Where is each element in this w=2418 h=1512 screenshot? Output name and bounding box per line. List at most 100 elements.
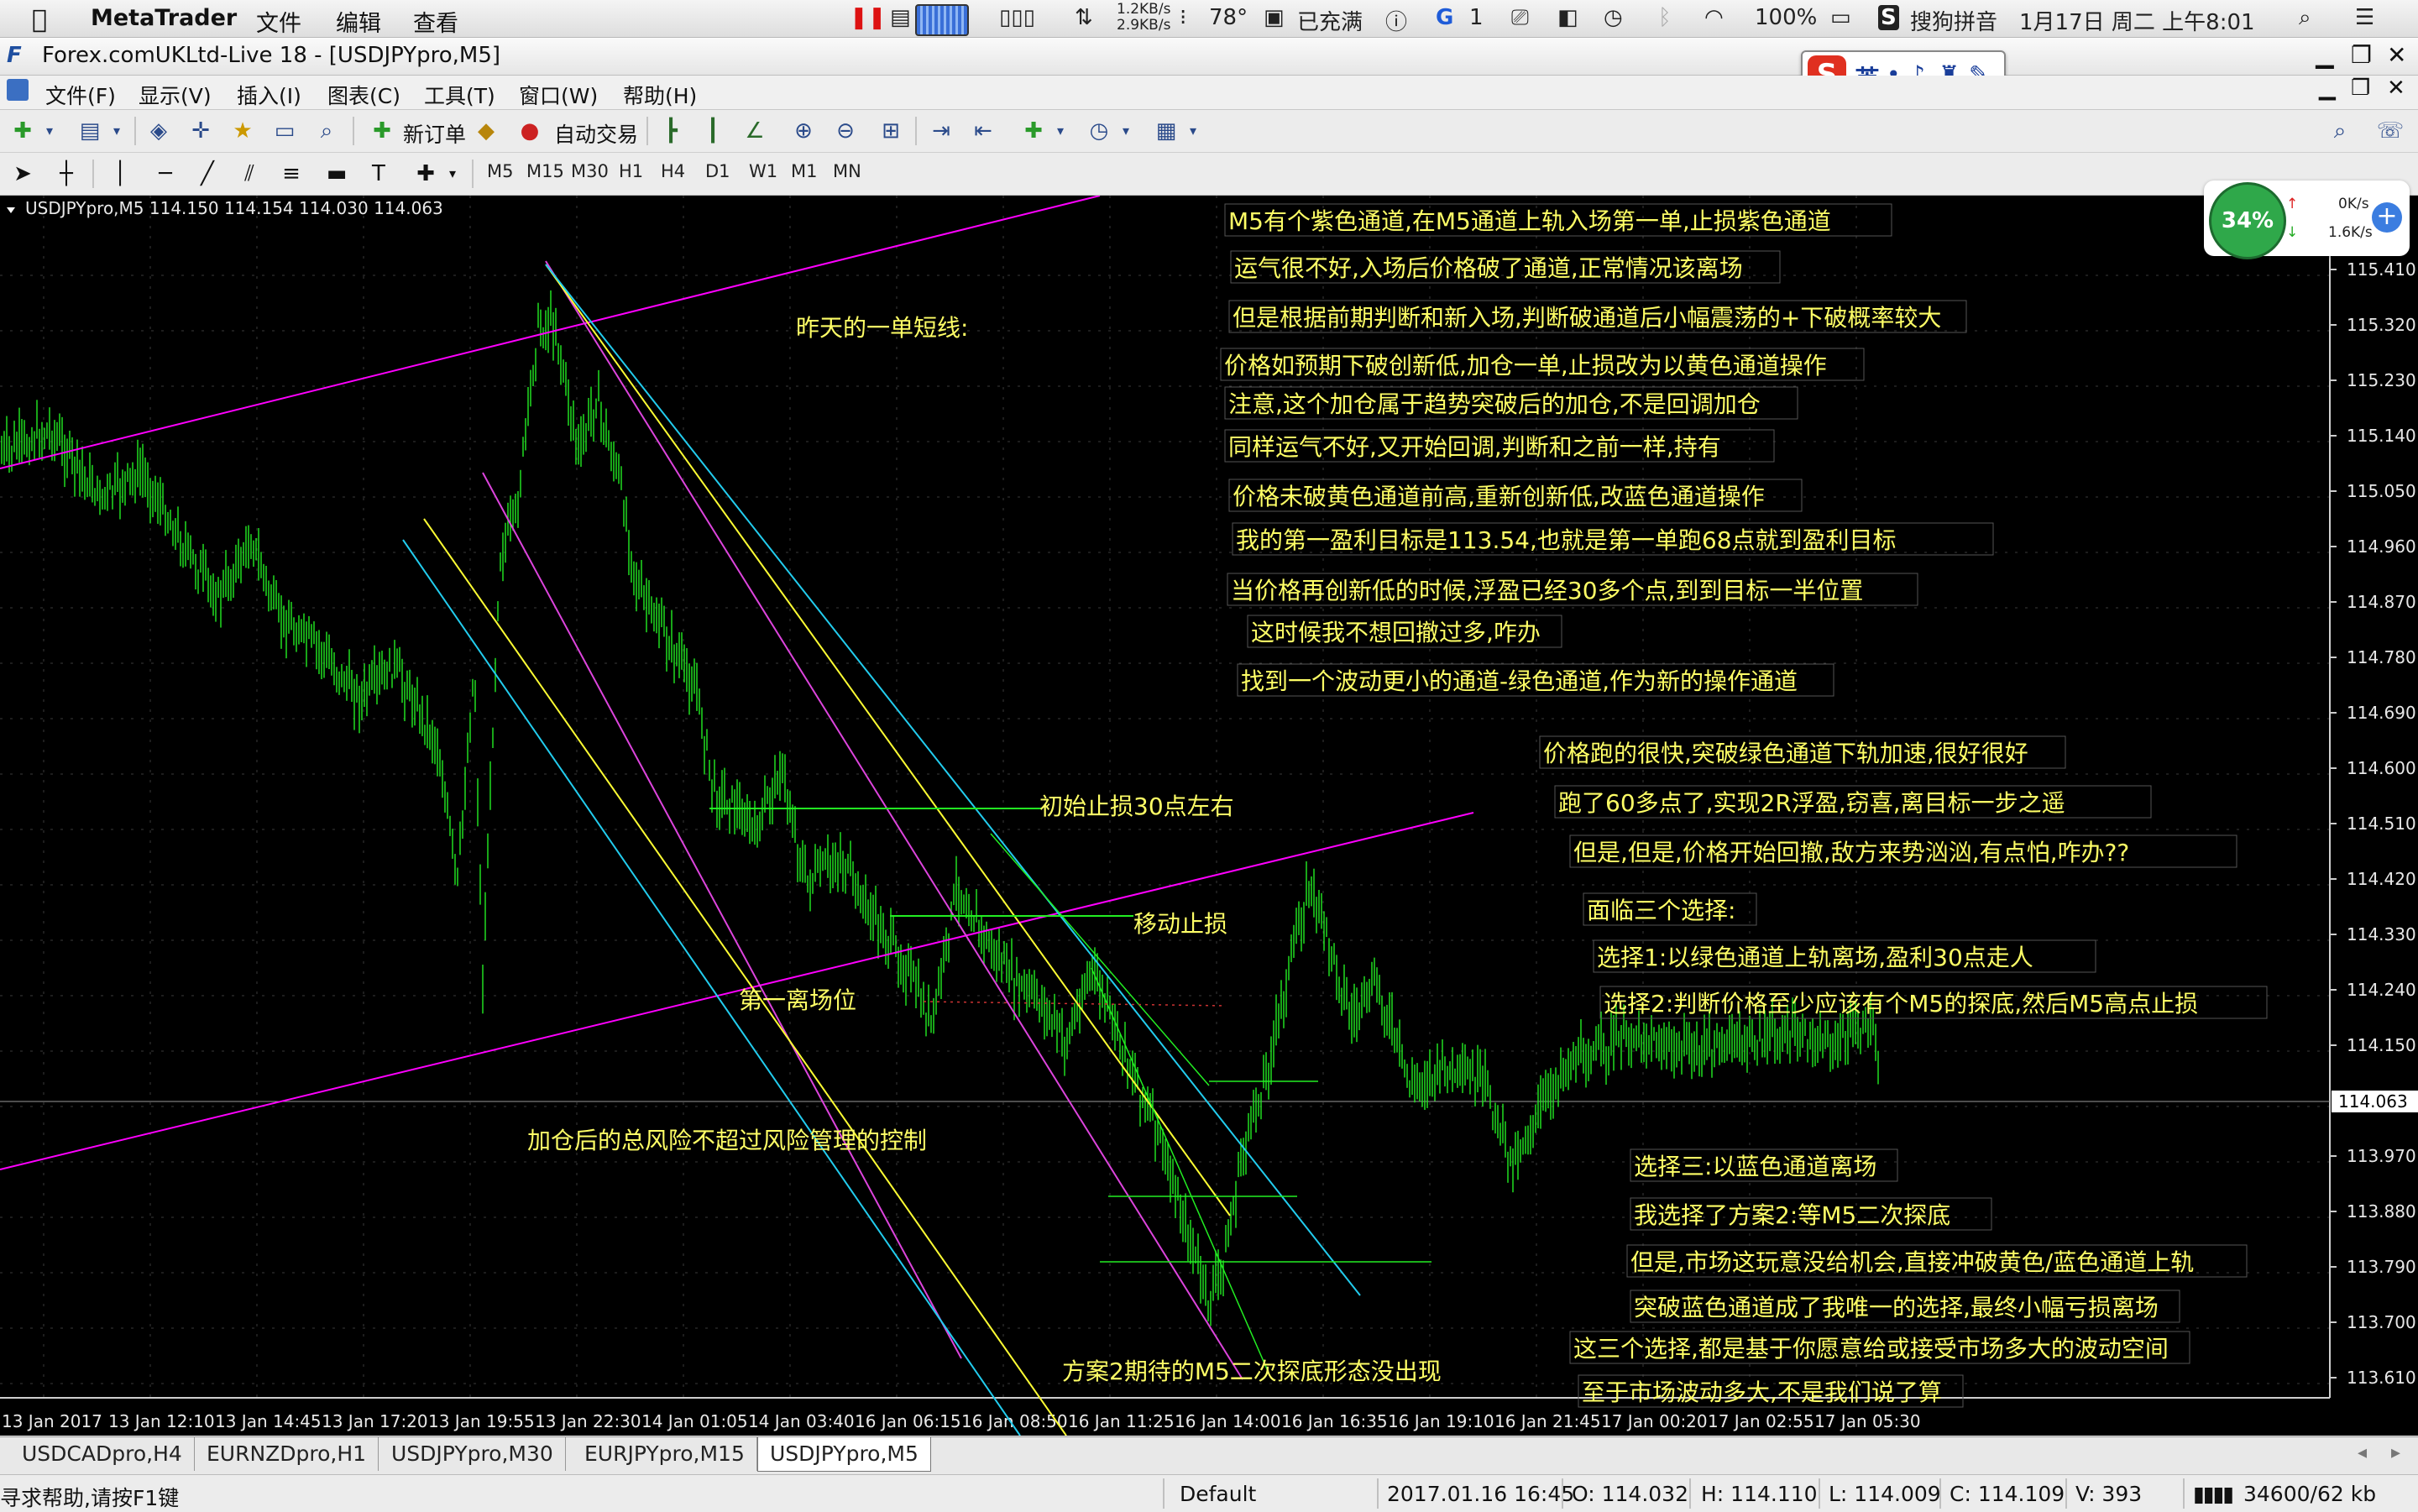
arrows-icon[interactable]: ✚ [411,160,440,188]
cursor-icon[interactable]: ➤ [8,160,37,188]
dropdown-arrow-icon[interactable]: ▾ [35,117,64,145]
tab-scroll-left-icon[interactable]: ◂ [2358,1442,2367,1463]
boost-icon[interactable]: + [2372,202,2402,233]
new-order-button[interactable]: 新订单 [403,118,466,149]
chart-shift-icon[interactable]: ⇤ [969,117,997,145]
line-chart-icon[interactable]: ∠ [741,117,769,145]
tester-icon[interactable]: ⌕ [312,117,341,145]
tab-usdcad-h4[interactable]: USDCADpro,H4 [10,1437,195,1471]
sogou-icon[interactable]: S [1878,5,1899,30]
periods-dropdown-icon[interactable]: ▾ [1112,117,1140,145]
periods-icon[interactable]: ◷ [1085,117,1113,145]
templates-icon[interactable]: ▦ [1152,117,1180,145]
spotlight-icon[interactable]: ⌕ [2299,5,2311,31]
auto-trading-icon[interactable]: ● [516,117,544,145]
indicators-icon[interactable]: ✚ [1019,117,1048,145]
price-label: 113.610 [2347,1368,2416,1388]
timeframe-h1[interactable]: H1 [619,161,643,181]
channel-icon[interactable]: ⫽ [235,160,264,188]
pause-icon[interactable]: ❚❚ [850,5,887,30]
arrows-dropdown-icon[interactable]: ▾ [438,160,467,188]
terminal-icon[interactable]: ▭ [270,117,299,145]
price-chart[interactable]: 115.410 115.320 115.230 115.140 115.050 114.9… [0,196,2418,1436]
auto-trading-button[interactable]: 自动交易 [554,118,638,149]
tab-scroll-right-icon[interactable]: ▸ [2391,1442,2400,1463]
timeframe-w1[interactable]: W1 [749,161,777,181]
temperature[interactable]: 78° [1209,5,1248,30]
menu-view[interactable]: 显示(V) [139,80,212,110]
battery-widget-icon[interactable]: ▯▯▯ [999,5,1035,30]
chart-canvas[interactable]: 115.410 115.320 115.230 115.140 115.050 114.9… [0,196,2418,1436]
search-icon[interactable]: ⌕ [2326,117,2354,145]
fibo-icon[interactable]: ≡ [277,160,306,188]
timeframe-m1[interactable]: M1 [791,161,817,181]
charging-status[interactable]: 已充满 [1297,5,1363,36]
bluetooth-icon[interactable]: ᛒ [1658,5,1672,30]
g-notification-icon[interactable]: G [1436,5,1453,30]
close-icon[interactable]: ✕ [2387,41,2406,69]
autoscroll-icon[interactable]: ⇥ [927,117,955,145]
metaeditor-icon[interactable]: ◆ [472,117,500,145]
menu-tools[interactable]: 工具(T) [424,80,495,110]
child-restore-icon[interactable]: ❐ [2351,76,2370,101]
menu-window[interactable]: 窗口(W) [519,80,598,110]
battery-icon[interactable]: ▭ [1830,5,1851,30]
cpu-gauge[interactable]: 34% ↑ 0K/s ↓ 1.6K/s + [2204,180,2410,259]
tile-windows-icon[interactable]: ⊞ [877,117,905,145]
chat-icon[interactable]: ☏ [2376,117,2405,145]
templates-dropdown-icon[interactable]: ▾ [1179,117,1207,145]
time-machine-icon[interactable]: ◷ [1604,5,1623,30]
zoom-in-icon[interactable]: ⊕ [789,117,818,145]
info-icon[interactable]: ⓘ [1385,5,1407,36]
minimize-icon[interactable]: ▁ [2316,41,2334,69]
indicators-dropdown-icon[interactable]: ▾ [1046,117,1075,145]
wifi-icon[interactable]: ◠ [1704,5,1724,30]
profiles-dropdown-icon[interactable]: ▾ [102,117,131,145]
data-window-icon[interactable]: ✛ [186,117,215,145]
screen-share-icon[interactable]: ⎚ [1511,5,1529,31]
clock[interactable]: 1月17日 周二 上午8:01 [2019,5,2255,36]
text-icon[interactable]: T [364,160,393,188]
mac-menu-view[interactable]: 查看 [413,5,458,38]
new-chart-icon[interactable]: ✚ [8,117,37,145]
toggle-icon[interactable]: ◧ [1557,5,1578,30]
activity-graph-icon[interactable] [915,4,969,36]
navigator-icon[interactable]: ★ [228,117,257,145]
timeframe-m5[interactable]: M5 [487,161,513,181]
profiles-icon[interactable]: ▤ [76,117,104,145]
crosshair-icon[interactable]: ┼ [52,160,81,188]
notification-center-icon[interactable]: ☰ [2355,5,2374,30]
child-minimize-icon[interactable]: ▁ [2319,76,2336,101]
horizontal-line-icon[interactable]: ─ [151,160,180,188]
bar-chart-icon[interactable]: ┣ [657,117,685,145]
timeframe-d1[interactable]: D1 [705,161,730,181]
child-close-icon[interactable]: ✕ [2387,76,2405,101]
tab-eurjpy-m15[interactable]: EURJPYpro,M15 [573,1437,757,1471]
menu-help[interactable]: 帮助(H) [623,80,697,110]
timeframe-mn[interactable]: MN [833,161,861,181]
recorder-icon[interactable]: ▤ [890,5,911,30]
zoom-out-icon[interactable]: ⊖ [831,117,860,145]
apple-icon[interactable]:  [32,5,47,34]
restore-icon[interactable]: ❐ [2351,41,2372,69]
new-order-icon[interactable]: ✚ [368,117,396,145]
tab-usdjpy-m30[interactable]: USDJPYpro,M30 [379,1437,566,1471]
menu-charts[interactable]: 图表(C) [327,80,400,110]
tab-usdjpy-m5[interactable]: USDJPYpro,M5 [757,1437,931,1472]
status-traffic[interactable]: 34600/62 kb [2243,1482,2376,1506]
vertical-line-icon[interactable]: │ [106,160,134,188]
candlestick-icon[interactable]: ┃ [699,117,727,145]
ime-name[interactable]: 搜狗拼音 [1910,5,1997,36]
timeframe-m30[interactable]: M30 [571,161,609,181]
tab-eurnzd-h1[interactable]: EURNZDpro,H1 [195,1437,379,1471]
trendline-icon[interactable]: ╱ [193,160,222,188]
text-label-icon[interactable]: ▬ [322,160,351,188]
mac-menu-file[interactable]: 文件 [256,5,301,38]
timeframe-m15[interactable]: M15 [526,161,564,181]
menu-insert[interactable]: 插入(I) [237,80,301,110]
menu-file[interactable]: 文件(F) [45,80,116,110]
timeframe-h4[interactable]: H4 [661,161,685,181]
app-menu[interactable]: MetaTrader [91,5,237,31]
market-watch-icon[interactable]: ◈ [144,117,173,145]
mac-menu-edit[interactable]: 编辑 [336,5,381,38]
